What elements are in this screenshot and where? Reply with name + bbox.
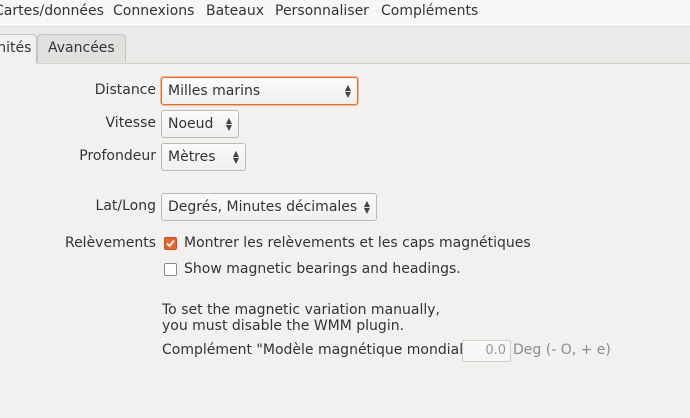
latlong-value: Degrés, Minutes décimales [168, 199, 358, 215]
tab-plugins[interactable]: Compléments [381, 3, 478, 19]
wmm-plugin-label: Complément "Modèle magnétique mondial" [162, 342, 470, 358]
distance-select[interactable]: Milles marins ▲ ▼ [161, 77, 358, 105]
tab-ships[interactable]: Bateaux [206, 3, 264, 19]
bearings-label: Relèvements [64, 235, 156, 251]
spinner-arrows-icon: ▲ ▼ [225, 116, 232, 132]
variation-note-line1: To set the magnetic variation manually, [162, 302, 440, 318]
spinner-arrows-icon: ▲ ▼ [344, 83, 351, 99]
speed-value: Noeud [168, 116, 214, 132]
magnetic-variation-value: 0.0 [485, 343, 506, 358]
tab-units-label: Unités [0, 40, 32, 56]
show-magnetic-en-label[interactable]: Show magnetic bearings and headings. [184, 261, 461, 277]
magnetic-variation-input: 0.0 [462, 340, 511, 362]
checkmark-icon [166, 239, 175, 248]
tab-advanced[interactable]: Avancées [37, 34, 126, 62]
tab-charts-data[interactable]: Cartes/données [0, 3, 104, 19]
depth-select[interactable]: Mètres ▲ ▼ [161, 143, 246, 171]
variation-unit: Deg (- O, + e) [513, 342, 611, 358]
show-magnetic-checkbox[interactable] [164, 237, 177, 250]
tab-advanced-label: Avancées [48, 40, 115, 56]
tab-connections[interactable]: Connexions [113, 3, 194, 19]
spinner-arrows-icon: ▲ ▼ [232, 149, 239, 165]
variation-note-line2: you must disable the WMM plugin. [162, 318, 405, 334]
top-tab-bar: Cartes/données Connexions Bateaux Person… [0, 0, 690, 27]
show-magnetic-label[interactable]: Montrer les relèvements et les caps magn… [184, 235, 531, 251]
tab-user-interface[interactable]: Personnaliser [275, 3, 369, 19]
distance-label: Distance [94, 82, 156, 98]
depth-label: Profondeur [79, 148, 156, 164]
speed-select[interactable]: Noeud ▲ ▼ [161, 110, 239, 138]
latlong-label: Lat/Long [95, 198, 156, 214]
distance-value: Milles marins [168, 83, 261, 99]
spinner-arrows-icon: ▲ ▼ [363, 199, 370, 215]
latlong-select[interactable]: Degrés, Minutes décimales ▲ ▼ [161, 193, 377, 221]
show-magnetic-en-checkbox[interactable] [164, 263, 177, 276]
tab-units[interactable]: Unités [0, 34, 37, 64]
speed-label: Vitesse [105, 115, 156, 131]
depth-value: Mètres [168, 149, 216, 165]
